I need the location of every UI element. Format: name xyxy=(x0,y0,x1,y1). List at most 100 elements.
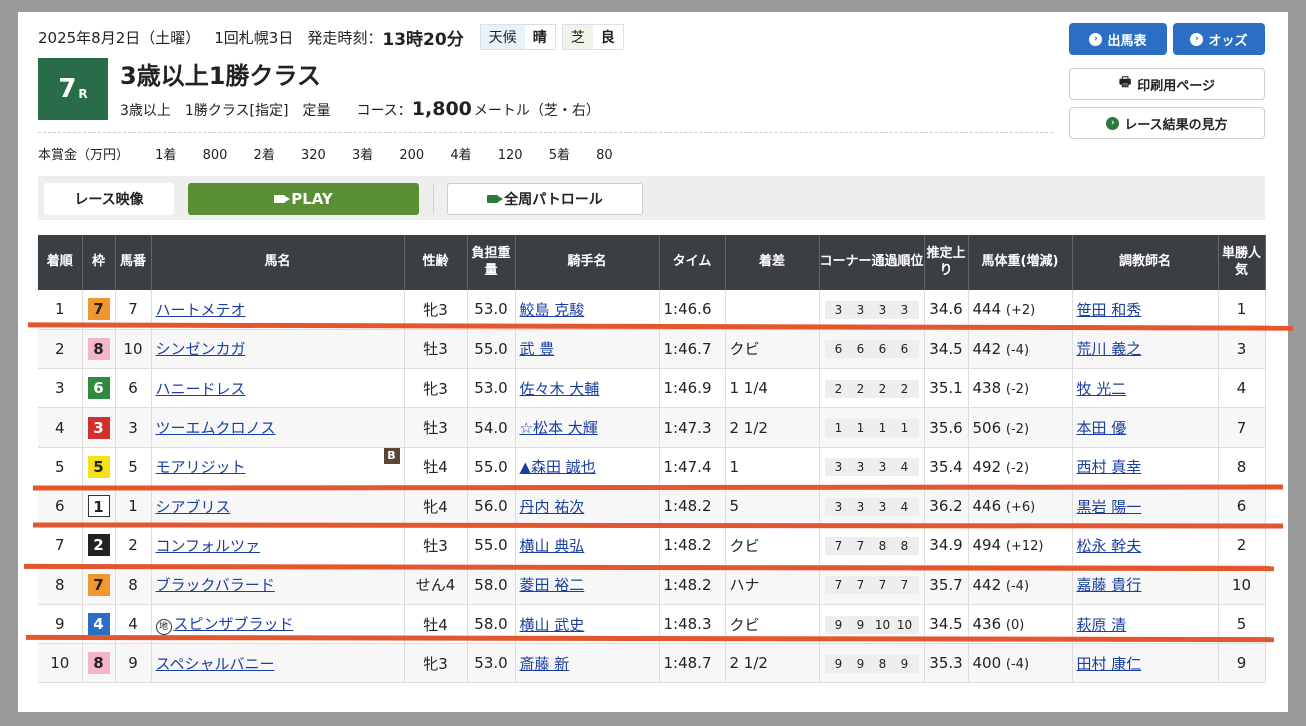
corner-cell: 7788 xyxy=(819,525,925,566)
popularity-cell: 2 xyxy=(1218,525,1266,566)
corner-position: 3 xyxy=(856,499,865,514)
horse-name-link[interactable]: ツーエムクロノス xyxy=(156,419,276,437)
corner-position: 7 xyxy=(878,578,887,593)
sexage-cell: 牝4 xyxy=(404,486,468,527)
waku-badge: 2 xyxy=(87,534,110,557)
jockey-link[interactable]: 鮫島 克駿 xyxy=(520,301,585,319)
start-time-label: 発走時刻： xyxy=(307,28,383,47)
jockey-link[interactable]: ☆松本 大輝 xyxy=(520,419,598,437)
trainer-link[interactable]: 黒岩 陽一 xyxy=(1077,498,1142,516)
sexage-cell: 牝3 xyxy=(404,643,468,684)
horse-name-link[interactable]: シアブリス xyxy=(156,498,231,516)
umaban-cell: 9 xyxy=(115,643,152,684)
prize-item: 200 xyxy=(399,148,425,163)
jockey-cell: ☆松本 大輝 xyxy=(515,407,660,448)
trainer-link[interactable]: 牧 光二 xyxy=(1077,380,1127,398)
bodyweight: 436 xyxy=(972,615,1002,634)
corner-position: 8 xyxy=(900,538,909,553)
corner-position: 4 xyxy=(900,499,909,514)
corner-position: 3 xyxy=(834,499,843,514)
horse-name-link[interactable]: シンゼンカガ xyxy=(156,340,246,358)
horse-name-cell: シンゼンカガ xyxy=(151,329,405,370)
waku-badge: 7 xyxy=(87,298,110,321)
trainer-cell: 西村 真幸 xyxy=(1072,447,1219,487)
col-header: 調教師名 xyxy=(1072,235,1219,290)
corner-position: 8 xyxy=(878,538,887,553)
time-cell: 1:46.7 xyxy=(659,329,726,370)
prize-item: 5着 xyxy=(548,148,570,163)
trainer-cell: 田村 康仁 xyxy=(1072,643,1219,684)
last3f-cell: 34.6 xyxy=(924,290,969,330)
col-header: 単勝人気 xyxy=(1218,235,1266,290)
race-video-label: レース映像 xyxy=(44,183,174,215)
waku-cell: 7 xyxy=(82,565,116,605)
horse-name-link[interactable]: ブラックバラード xyxy=(156,576,275,594)
print-page-button[interactable]: 🖶 印刷用ページ xyxy=(1069,68,1265,100)
horse-name-link[interactable]: ハニードレス xyxy=(156,380,246,398)
howto-button[interactable]: › レース結果の見方 xyxy=(1069,107,1265,139)
entries-button-label: 出馬表 xyxy=(1107,33,1147,49)
sexage-cell: せん4 xyxy=(404,565,468,605)
corner-position: 7 xyxy=(856,538,865,553)
col-header: 騎手名 xyxy=(515,235,660,290)
bodyweight: 400 xyxy=(972,654,1002,673)
patrol-button[interactable]: 全周パトロール xyxy=(447,183,643,215)
trainer-link[interactable]: 本田 優 xyxy=(1077,419,1127,437)
jockey-link[interactable]: 菱田 裕二 xyxy=(520,576,585,594)
trainer-link[interactable]: 笹田 和秀 xyxy=(1077,301,1142,319)
umaban-cell: 3 xyxy=(115,407,152,448)
horse-name-link[interactable]: コンフォルツァ xyxy=(156,537,261,555)
odds-button[interactable]: › オッズ xyxy=(1173,23,1265,55)
trainer-link[interactable]: 松永 幹夫 xyxy=(1077,537,1142,555)
popularity-cell: 6 xyxy=(1218,486,1266,527)
horse-name-cell: モアリジット B xyxy=(151,447,405,487)
jockey-link[interactable]: 丹内 祐次 xyxy=(520,498,585,516)
jockey-link[interactable]: 横山 武史 xyxy=(520,616,585,634)
last3f-cell: 36.2 xyxy=(924,486,969,527)
play-button[interactable]: PLAY xyxy=(188,183,419,215)
time-cell: 1:47.4 xyxy=(659,447,726,487)
bodyweight-cell: 506 (-2) xyxy=(968,407,1073,448)
bodyweight-diff: (-4) xyxy=(1005,578,1030,594)
trainer-link[interactable]: 田村 康仁 xyxy=(1077,655,1142,673)
horse-name-link[interactable]: ハートメテオ xyxy=(156,301,246,319)
race-info-line: 2025年8月2日（土曜） 1回札幌3日 発走時刻： 13時20分 天候 晴 芝… xyxy=(38,24,630,50)
trainer-link[interactable]: 西村 真幸 xyxy=(1077,458,1142,476)
horse-name-link[interactable]: モアリジット xyxy=(156,458,246,476)
horse-name-cell: ハニードレス xyxy=(151,368,405,409)
jockey-link[interactable]: ▲森田 誠也 xyxy=(520,458,596,476)
trainer-link[interactable]: 荒川 義之 xyxy=(1077,340,1142,358)
corner-cell: 3334 xyxy=(819,447,925,487)
last3f-cell: 35.7 xyxy=(924,565,969,605)
prize-money: 本賞金（万円） 1着 800 2着 320 3着 200 4着 120 5着 8… xyxy=(38,144,635,163)
corner-cell: 2222 xyxy=(819,368,925,409)
margin-cell: 5 xyxy=(725,486,820,527)
table-row: 10 8 9 スペシャルバニー 牝3 53.0 斎藤 新 1:48.7 2 1/2 9 9 8 9 35.… xyxy=(38,643,1266,684)
horse-name-link[interactable]: スペシャルバニー xyxy=(156,655,275,673)
last3f-cell: 34.9 xyxy=(924,525,969,566)
entries-button[interactable]: › 出馬表 xyxy=(1069,23,1167,55)
bodyweight-diff: (-2) xyxy=(1005,421,1030,437)
jockey-link[interactable]: 横山 典弘 xyxy=(520,537,585,555)
trainer-link[interactable]: 萩原 清 xyxy=(1077,616,1127,634)
jockey-link[interactable]: 佐々木 大輔 xyxy=(520,380,600,398)
corner-cell: 6666 xyxy=(819,329,925,370)
trainer-link[interactable]: 嘉藤 貴行 xyxy=(1077,576,1142,594)
jockey-link[interactable]: 斎藤 新 xyxy=(520,655,570,673)
prize-item: 3着 xyxy=(351,148,374,163)
rank-cell: 5 xyxy=(38,447,83,487)
horse-name-link[interactable]: スピンザブラッド xyxy=(174,615,294,633)
corner-position: 3 xyxy=(878,460,887,475)
col-header: 馬番 xyxy=(115,235,152,290)
corner-position: 2 xyxy=(834,381,843,396)
bodyweight-diff: (+6) xyxy=(1005,500,1036,516)
race-distance: 1,800 xyxy=(411,98,472,120)
race-number-badge: 7R xyxy=(38,58,108,120)
table-row: 2 8 10 シンゼンカガ 牡3 55.0 武 豊 1:46.7 クビ 6 6 6 6 34.5 442 (… xyxy=(38,329,1266,370)
result-table: 着順 枠 馬番 馬名 性齢 負担重量 騎手名 タイム 着差 コーナー通過順位 推… xyxy=(38,235,1266,684)
sexage-cell: 牡3 xyxy=(404,407,468,448)
weight-cell: 55.0 xyxy=(467,447,516,487)
col-header: 馬体重(増減) xyxy=(968,235,1073,290)
time-cell: 1:46.9 xyxy=(659,368,726,409)
jockey-link[interactable]: 武 豊 xyxy=(520,340,555,358)
